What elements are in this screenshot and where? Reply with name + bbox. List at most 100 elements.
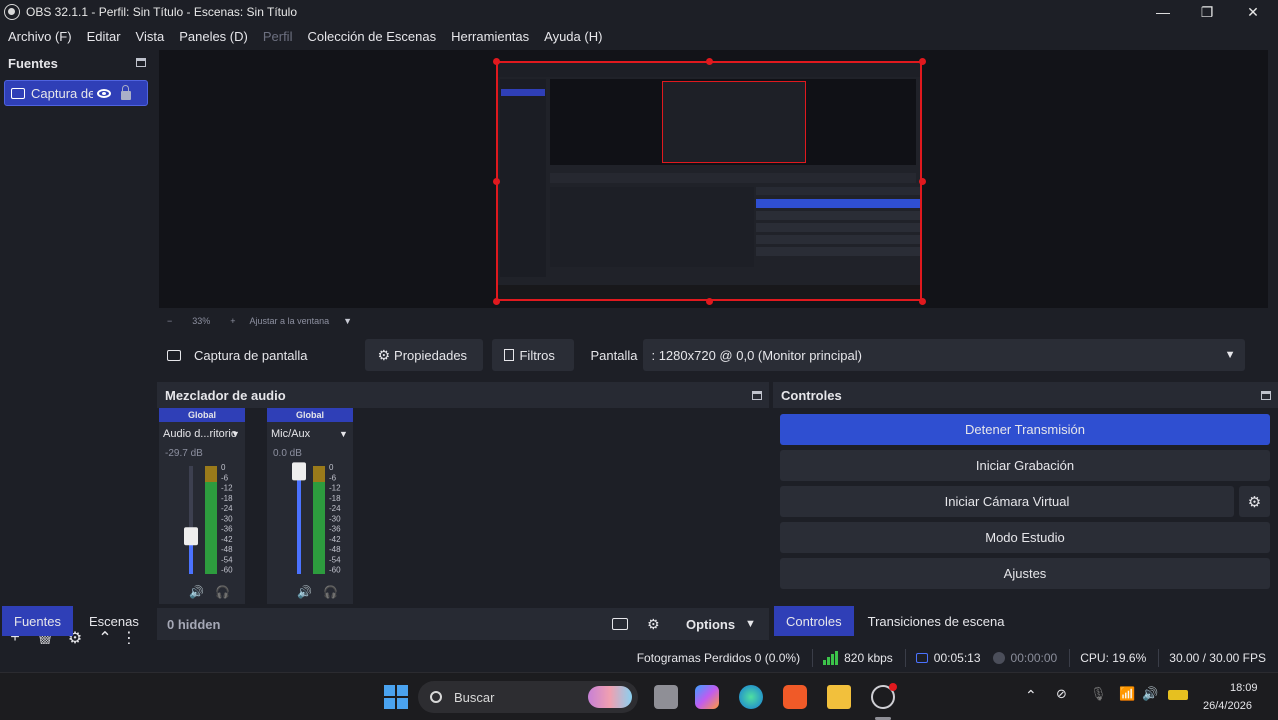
minimize-button[interactable]: — [1140, 0, 1186, 24]
menu-bar: Archivo (F) Editar Vista Paneles (D) Per… [0, 24, 1278, 48]
resize-handle[interactable] [706, 58, 713, 65]
screen-capture-preview[interactable] [496, 61, 922, 301]
sources-list: Captura de pantalla [2, 78, 150, 623]
meter-scale-label: -42 [221, 535, 233, 544]
tab-transiciones[interactable]: Transiciones de escena [854, 606, 1019, 636]
signal-bars-icon [823, 651, 839, 665]
menu-ayuda[interactable]: Ayuda (H) [544, 29, 602, 44]
edge-icon[interactable] [739, 685, 763, 709]
mixer-channels: GlobalAudio d...ritorio▼-29.7 dB0-6-12-1… [159, 408, 353, 604]
brave-icon[interactable] [783, 685, 807, 709]
undock-icon[interactable] [1261, 391, 1271, 400]
taskbar-search[interactable]: Buscar [418, 681, 638, 713]
virtual-camera-gear-icon[interactable]: ⚙ [1239, 486, 1270, 517]
meter-scale-label: -24 [329, 504, 341, 513]
resize-handle[interactable] [706, 298, 713, 305]
meter-scale-label: -12 [329, 484, 341, 493]
resize-handle[interactable] [493, 178, 500, 185]
microphone-icon[interactable]: 🎙 [1090, 686, 1107, 702]
advanced-audio-gear-icon[interactable]: ⚙ [647, 616, 660, 633]
headphones-icon[interactable]: 🎧 [323, 585, 338, 599]
volume-slider-fill [297, 471, 301, 574]
file-explorer-icon[interactable] [827, 685, 851, 709]
controls-header: Controles [773, 382, 1278, 408]
mini-titlebar [498, 63, 920, 77]
meter-scale-label: -48 [329, 545, 341, 554]
maximize-button[interactable]: ❐ [1184, 0, 1230, 24]
mini-source-item [501, 89, 545, 96]
lock-icon[interactable] [121, 85, 131, 100]
copilot-icon[interactable] [695, 685, 719, 709]
menu-editar[interactable]: Editar [87, 29, 121, 44]
channel-db-value: 0.0 dB [273, 448, 302, 459]
sources-title: Fuentes [8, 55, 58, 71]
resize-handle[interactable] [919, 298, 926, 305]
fit-window-button[interactable]: Ajustar a la ventana [250, 316, 330, 326]
undock-icon[interactable] [136, 58, 146, 67]
volume-slider-handle[interactable] [184, 527, 198, 546]
level-meter-green [205, 482, 217, 574]
menu-herramientas[interactable]: Herramientas [451, 29, 529, 44]
filter-icon [504, 349, 515, 361]
mixer-header: Mezclador de audio [157, 382, 769, 408]
visibility-eye-icon[interactable] [97, 88, 111, 98]
level-meter-yellow [313, 466, 325, 482]
mini-sources [500, 79, 546, 277]
wifi-icon[interactable]: 📶 [1119, 686, 1135, 702]
tray-chevron-up-icon[interactable]: ⌃ [1025, 687, 1037, 704]
start-virtual-camera-button[interactable]: Iniciar Cámara Virtual [780, 486, 1234, 517]
windows-start-icon[interactable] [384, 685, 408, 709]
speaker-icon[interactable]: 🔊 [297, 584, 312, 599]
volume-slider-handle[interactable] [292, 462, 306, 481]
close-button[interactable]: ✕ [1230, 0, 1276, 24]
meter-scale-label: -60 [329, 566, 341, 575]
stop-streaming-button[interactable]: Detener Transmisión [780, 414, 1270, 445]
filters-button[interactable]: Filtros [492, 339, 575, 371]
clock-date[interactable]: 26/4/2026 [1203, 700, 1252, 712]
layout-toggle-icon[interactable] [612, 618, 628, 630]
settings-button[interactable]: Ajustes [780, 558, 1270, 589]
speaker-icon[interactable]: 🔊 [189, 584, 204, 599]
task-view-icon[interactable] [654, 685, 678, 709]
resize-handle[interactable] [493, 58, 500, 65]
undock-icon[interactable] [752, 391, 762, 400]
resize-handle[interactable] [919, 58, 926, 65]
menu-vista[interactable]: Vista [136, 29, 165, 44]
zoom-in-button[interactable]: + [230, 316, 235, 326]
meter-scale-label: -30 [329, 514, 341, 523]
sources-header: Fuentes [0, 50, 151, 76]
volume-icon[interactable]: 🔊 [1142, 686, 1158, 702]
properties-button[interactable]: ⚙ Propiedades [365, 339, 484, 371]
mixer-options-button[interactable]: Options [686, 617, 735, 632]
tab-controles[interactable]: Controles [774, 606, 854, 636]
display-select[interactable]: : 1280x720 @ 0,0 (Monitor principal) ▼ [643, 339, 1246, 371]
windows-taskbar: Buscar ⌃ ⊘ 🎙 📶 🔊 18:09 26/4/2026 [0, 672, 1278, 720]
menu-archivo[interactable]: Archivo (F) [8, 29, 72, 44]
sources-dock: Fuentes Captura de pantalla + 🗑 ⚙ ⌃ ⋮ [0, 50, 151, 647]
network-off-icon[interactable]: ⊘ [1056, 686, 1067, 702]
search-highlight-image [588, 686, 632, 708]
tab-escenas[interactable]: Escenas [73, 606, 155, 636]
status-bar: Fotogramas Perdidos 0 (0.0%) 820 kbps 00… [0, 644, 1278, 672]
chevron-down-icon[interactable]: ▼ [745, 618, 756, 630]
resize-handle[interactable] [919, 178, 926, 185]
stream-time: 00:05:13 [915, 651, 981, 665]
meter-scale-label: -30 [221, 514, 233, 523]
mixer-title: Mezclador de audio [165, 387, 286, 403]
tab-fuentes[interactable]: Fuentes [2, 606, 73, 636]
menu-paneles[interactable]: Paneles (D) [179, 29, 248, 44]
studio-mode-button[interactable]: Modo Estudio [780, 522, 1270, 553]
clock-time[interactable]: 18:09 [1230, 682, 1258, 694]
headphones-icon[interactable]: 🎧 [215, 585, 230, 599]
mini-rec-button [756, 211, 920, 220]
channel-db-value: -29.7 dB [165, 448, 203, 459]
menu-coleccion-escenas[interactable]: Colección de Escenas [307, 29, 436, 44]
record-dot-icon [992, 652, 1005, 664]
stream-icon [915, 653, 928, 663]
start-recording-button[interactable]: Iniciar Grabación [780, 450, 1270, 481]
resize-handle[interactable] [493, 298, 500, 305]
zoom-dropdown-icon[interactable]: ▼ [343, 316, 352, 326]
battery-icon[interactable] [1168, 690, 1188, 700]
source-item-captura[interactable]: Captura de pantalla [4, 80, 148, 106]
zoom-out-button[interactable]: − [167, 316, 172, 326]
